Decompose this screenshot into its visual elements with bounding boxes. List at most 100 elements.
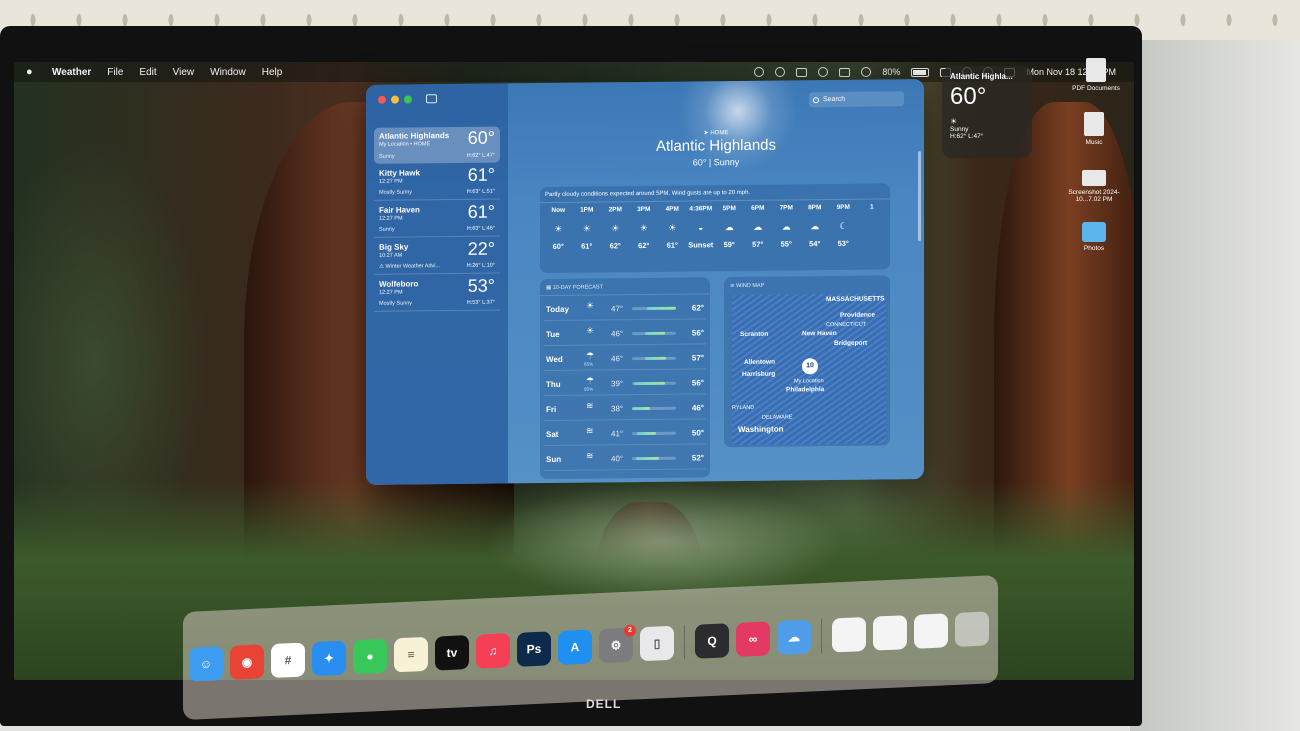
forecast-low: 39°: [611, 379, 624, 389]
recent-window-thumbnail[interactable]: [914, 613, 948, 649]
hour-label: 1: [869, 203, 874, 211]
iphone-mirroring-icon[interactable]: ▯: [640, 625, 674, 662]
settings-icon[interactable]: ⚙ 2: [599, 624, 636, 664]
hour-temp: 61°: [666, 240, 678, 250]
weather-widget[interactable]: Atlantic Highla... 60° ☀ Sunny H:62° L:4…: [942, 66, 1032, 158]
menu-window[interactable]: Window: [210, 67, 246, 78]
sun-icon: ☀: [639, 222, 648, 234]
map-label: Harrisburg: [742, 370, 776, 378]
map-label: Providence: [840, 311, 876, 319]
hour-cell: 4:36PM ◒ Sunset: [687, 205, 716, 249]
hour-label: 8PM: [808, 204, 822, 212]
play-status-icon[interactable]: [818, 67, 829, 77]
recent-window-thumbnail[interactable]: [832, 616, 866, 653]
wind-map-card[interactable]: ≋ WIND MAP MASSACHUSETTS Providence CONN…: [724, 275, 890, 448]
finder-icon[interactable]: ☺: [189, 646, 223, 682]
slack-icon[interactable]: #: [271, 642, 305, 679]
hour-label: 1PM: [580, 206, 594, 214]
widget-condition: Sunny: [950, 126, 969, 133]
menu-edit[interactable]: Edit: [139, 67, 156, 78]
menu-app-name[interactable]: Weather: [52, 67, 91, 78]
hour-label: 7PM: [779, 204, 793, 212]
forecast-row[interactable]: Wed ☂ 65% 46° 57°: [544, 344, 706, 372]
location-list: Atlantic Highlands My Location • HOME Su…: [374, 126, 500, 312]
notes-icon[interactable]: ≡: [394, 636, 428, 673]
wind-icon: ≋: [586, 400, 594, 411]
appletv-icon[interactable]: tv: [435, 635, 469, 671]
forecast-day: Sat: [546, 429, 559, 440]
wind-map-title: WIND MAP: [736, 282, 765, 290]
safari-icon[interactable]: ✦: [312, 640, 346, 677]
scrollbar[interactable]: [918, 151, 921, 242]
forecast-list: Today ☀ 47° 62° Tue ☀ 46° 56° Wed ☂ 65% 46° 57° Thu ☂ 9…: [540, 294, 710, 472]
forecast-row[interactable]: Thu ☂ 95% 39° 56°: [544, 369, 706, 397]
battery-icon[interactable]: [911, 67, 930, 77]
search-field[interactable]: Search: [809, 91, 904, 108]
location-item[interactable]: Big Sky 10:27 AM ⚠ Winter Weather Advi..…: [374, 237, 500, 275]
chrome-icon[interactable]: ◉: [230, 644, 264, 680]
forecast-title: 10-DAY FORECAST: [552, 284, 603, 291]
wind-map[interactable]: MASSACHUSETTS Providence CONNECTICUT Scr…: [732, 293, 886, 446]
airdrop-icon[interactable]: [861, 67, 872, 77]
battery-percent[interactable]: 80%: [882, 67, 900, 77]
bluetooth-icon[interactable]: [839, 67, 851, 77]
location-item[interactable]: Wolfeboro 12:27 PM Mostly Sunny 53° H:53…: [374, 274, 500, 312]
city-title: Atlantic Highlands: [655, 136, 777, 155]
apple-menu-icon[interactable]: ●: [26, 66, 36, 78]
display-status-icon[interactable]: [796, 67, 808, 77]
cloud-icon: ☁: [753, 221, 763, 232]
wind-icon: ≋: [586, 425, 594, 436]
rain-icon: ☂: [586, 375, 595, 386]
location-hilo: H:26° L:10°: [466, 262, 495, 269]
photoshop-icon[interactable]: Ps: [517, 631, 551, 667]
desktop-icon-screenshot[interactable]: Screenshot 2024-10...7.02 PM: [1056, 170, 1132, 203]
menu-file[interactable]: File: [107, 67, 123, 78]
close-button[interactable]: [378, 95, 386, 104]
map-label: Scranton: [740, 330, 769, 339]
forecast-high: 56°: [691, 378, 704, 388]
forecast-row[interactable]: Sun ≋ 40° 52°: [544, 444, 706, 472]
trash-icon[interactable]: [955, 611, 989, 647]
forecast-row[interactable]: Today ☀ 47° 62°: [544, 294, 706, 322]
moon-cloud-icon: ☾: [839, 220, 848, 231]
location-item[interactable]: Fair Haven 12:27 PM Sunny 61° H:63° L:46…: [374, 200, 500, 238]
music-icon[interactable]: ♫: [476, 633, 510, 669]
quicktime-icon[interactable]: Q: [695, 623, 729, 659]
dock-apps: ☺ ◉ # ✦ ● ≡ tv ♫ Ps A ⚙ 2 ▯ Q ∞ ☁: [189, 611, 989, 682]
location-item[interactable]: Kitty Hawk 12:27 PM Mostly Sunny 61° H:6…: [374, 163, 500, 201]
hour-temp: 54°: [809, 239, 821, 249]
menu-help[interactable]: Help: [262, 67, 283, 78]
desktop-icon-photos[interactable]: Photos: [1056, 222, 1132, 252]
menu-view[interactable]: View: [173, 67, 195, 78]
widget-location: Atlantic Highla...: [950, 72, 1013, 81]
window-controls: [378, 95, 500, 104]
temp-range-fill: [645, 356, 667, 360]
sidebar-toggle-icon[interactable]: [426, 94, 437, 104]
appstore-icon[interactable]: A: [558, 629, 592, 665]
messages-icon[interactable]: ●: [353, 638, 387, 675]
map-location-pin[interactable]: 10: [802, 358, 818, 375]
zoom-button[interactable]: [404, 95, 412, 104]
desktop-icon-pdf-documents[interactable]: PDF Documents: [1058, 58, 1134, 92]
desktop-icon-music[interactable]: Music: [1056, 112, 1132, 146]
hourly-row[interactable]: Now ☀ 60° 1PM ☀ 61° 2PM ☀ 62° 3PM ☀ 62° 4PM ☀ 61° 4:36P…: [540, 199, 890, 251]
location-item[interactable]: Atlantic Highlands My Location • HOME Su…: [374, 126, 500, 164]
location-hilo: H:62° L:47°: [466, 152, 495, 159]
hour-temp: 62°: [609, 241, 621, 251]
forecast-row[interactable]: Tue ☀ 46° 56°: [544, 319, 706, 347]
location-temp: 22°: [467, 238, 495, 259]
creative-cloud-status-icon[interactable]: [754, 67, 765, 77]
forecast-day: Today: [546, 304, 569, 315]
forecast-low: 41°: [611, 429, 624, 439]
forecast-row[interactable]: Sat ≋ 41° 50°: [544, 419, 706, 447]
hour-temp: Sunset: [688, 240, 714, 250]
creative-cloud-icon[interactable]: ∞: [736, 621, 770, 657]
recent-window-thumbnail[interactable]: [873, 615, 907, 651]
weather-icon[interactable]: ☁: [777, 619, 811, 656]
hour-temp: 57°: [752, 239, 764, 249]
menu-items: Weather File Edit View Window Help: [52, 67, 282, 78]
sync-status-icon[interactable]: [775, 67, 786, 77]
forecast-row[interactable]: Fri ≋ 38° 46°: [544, 394, 706, 422]
sun-icon: ☀: [950, 117, 958, 126]
minimize-button[interactable]: [391, 95, 399, 104]
